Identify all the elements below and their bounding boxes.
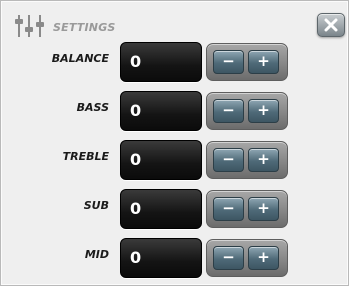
bass-value: 0: [120, 91, 202, 131]
bass-label: BASS: [76, 101, 109, 114]
treble-value: 0: [120, 140, 202, 180]
mid-increase-button[interactable]: +: [248, 246, 279, 270]
settings-title: SETTINGS: [53, 21, 116, 34]
settings-header: SETTINGS: [1, 1, 349, 41]
bass-decrease-button[interactable]: −: [213, 99, 244, 123]
sub-label: SUB: [83, 199, 109, 212]
mid-row: MID 0 − +: [1, 238, 349, 286]
balance-stepper: − +: [206, 43, 288, 81]
balance-row: BALANCE 0 − +: [1, 42, 349, 90]
sub-row: SUB 0 − +: [1, 189, 349, 237]
mid-decrease-button[interactable]: −: [213, 246, 244, 270]
treble-row: TREBLE 0 − +: [1, 140, 349, 188]
close-button[interactable]: [317, 13, 345, 37]
treble-decrease-button[interactable]: −: [213, 148, 244, 172]
sub-decrease-button[interactable]: −: [213, 197, 244, 221]
sliders-icon: [15, 15, 45, 37]
treble-label: TREBLE: [62, 150, 109, 163]
mid-value: 0: [120, 238, 202, 278]
balance-increase-button[interactable]: +: [248, 50, 279, 74]
treble-stepper: − +: [206, 141, 288, 179]
mid-label: MID: [84, 248, 109, 261]
balance-decrease-button[interactable]: −: [213, 50, 244, 74]
bass-stepper: − +: [206, 92, 288, 130]
balance-value: 0: [120, 42, 202, 82]
treble-increase-button[interactable]: +: [248, 148, 279, 172]
settings-panel: SETTINGS BALANCE 0 − + BASS 0 − + TREBLE…: [0, 0, 349, 286]
sub-value: 0: [120, 189, 202, 229]
sub-increase-button[interactable]: +: [248, 197, 279, 221]
balance-label: BALANCE: [51, 52, 109, 65]
sub-stepper: − +: [206, 190, 288, 228]
bass-row: BASS 0 − +: [1, 91, 349, 139]
bass-increase-button[interactable]: +: [248, 99, 279, 123]
mid-stepper: − +: [206, 239, 288, 277]
